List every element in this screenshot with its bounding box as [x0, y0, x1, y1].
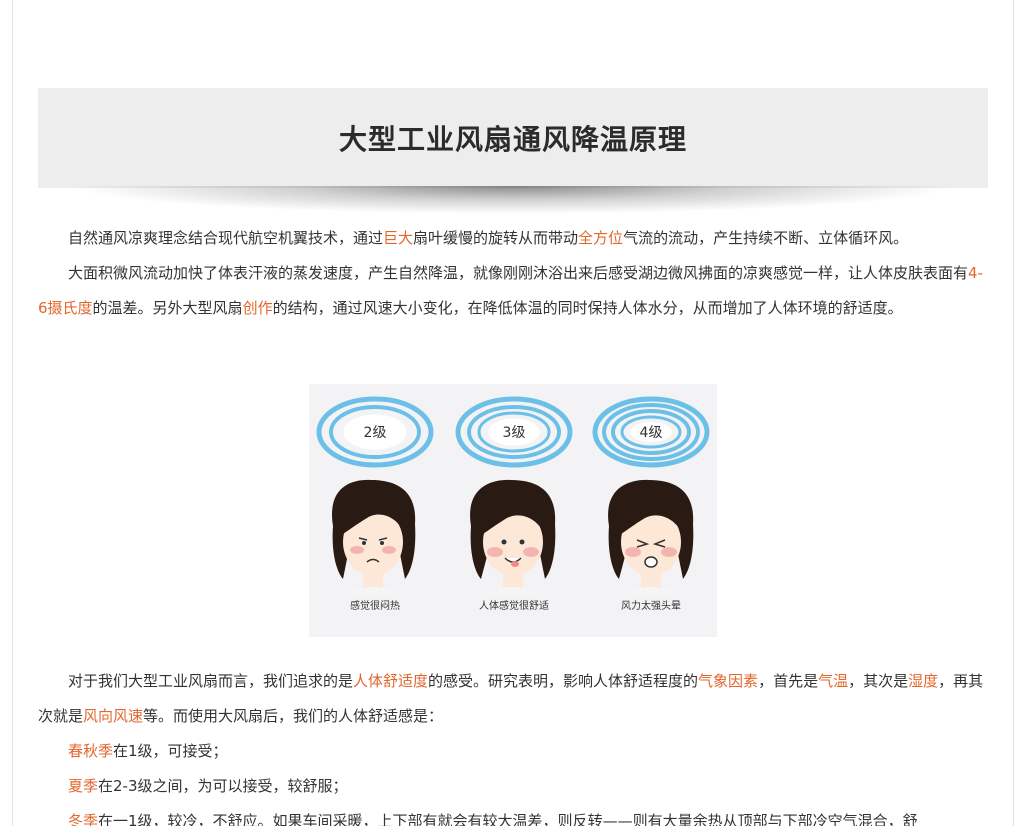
highlight: 湿度 — [908, 672, 939, 690]
paragraph-1: 自然通风凉爽理念结合现代航空机翼技术，通过巨大扇叶缓慢的旋转从而带动全方位气流的… — [38, 221, 988, 256]
text: 的感受。研究表明，影响人体舒适程度的 — [428, 672, 699, 690]
level-label: 2级 — [364, 425, 387, 441]
caption: 人体感觉很舒适 — [479, 599, 549, 612]
level-label: 4级 — [640, 425, 663, 441]
level-label: 3级 — [503, 425, 526, 441]
face-dizzy: 风力太强头晕 — [608, 479, 694, 612]
title-shadow — [68, 186, 958, 214]
season-label: 冬季 — [68, 812, 99, 826]
intro-text: 自然通风凉爽理念结合现代航空机翼技术，通过巨大扇叶缓慢的旋转从而带动全方位气流的… — [38, 221, 988, 326]
article-frame: 大型工业风扇通风降温原理 自然通风凉爽理念结合现代航空机翼技术，通过巨大扇叶缓慢… — [12, 0, 1014, 826]
text: ，其次是 — [848, 672, 909, 690]
highlight: 气象因素 — [698, 672, 759, 690]
highlight: 创作 — [242, 299, 273, 317]
wind-ring-level-3: 3级 — [455, 396, 573, 468]
wind-level-illustration: 2级 3级 4级 感觉很闷热 人体感觉很舒适 风力太强头晕 — [309, 384, 717, 637]
text: 的结构，通过风速大小变化，在降低体温的同时保持人体水分，从而增加了人体环境的舒适… — [272, 299, 903, 317]
season-item: 春秋季在1级，可接受； — [38, 734, 988, 769]
text: 的温差。另外大型风扇 — [92, 299, 243, 317]
text: 大面积微风流动加快了体表汗液的蒸发速度，产生自然降温，就像刚刚沐浴出来后感受湖边… — [68, 264, 969, 282]
wind-ring-level-4: 4级 — [592, 396, 710, 468]
season-item: 夏季在2-3级之间，为可以接受，较舒服； — [38, 769, 988, 804]
wind-ring-level-2: 2级 — [316, 396, 434, 468]
caption: 感觉很闷热 — [350, 599, 400, 612]
season-label: 春秋季 — [68, 742, 114, 760]
season-text: 在2-3级之间，为可以接受，较舒服； — [98, 777, 348, 795]
paragraph-3: 对于我们大型工业风扇而言，我们追求的是人体舒适度的感受。研究表明，影响人体舒适程… — [38, 664, 988, 734]
season-label: 夏季 — [68, 777, 99, 795]
highlight: 气温 — [818, 672, 849, 690]
season-item: 冬季在一1级，较冷，不舒应。如果车间采暖，上下部有就会有较大温差，则反转——则有… — [38, 804, 988, 826]
comfort-text: 对于我们大型工业风扇而言，我们追求的是人体舒适度的感受。研究表明，影响人体舒适程… — [38, 664, 988, 826]
page-title: 大型工业风扇通风降温原理 — [338, 123, 687, 156]
text: 气流的流动，产生持续不断、立体循环风。 — [623, 229, 909, 247]
highlight: 巨大 — [383, 229, 414, 247]
text: 等。而使用大风扇后，我们的人体舒适感是： — [143, 707, 444, 725]
title-banner: 大型工业风扇通风降温原理 — [38, 88, 988, 188]
text: 自然通风凉爽理念结合现代航空机翼技术，通过 — [68, 229, 384, 247]
face-comfortable: 人体感觉很舒适 — [470, 479, 556, 612]
highlight: 人体舒适度 — [353, 672, 429, 690]
wind-level-svg: 2级 3级 4级 感觉很闷热 人体感觉很舒适 风力太强头晕 — [316, 396, 710, 612]
paragraph-2: 大面积微风流动加快了体表汗液的蒸发速度，产生自然降温，就像刚刚沐浴出来后感受湖边… — [38, 256, 988, 326]
text: ，首先是 — [758, 672, 819, 690]
highlight: 全方位 — [578, 229, 624, 247]
season-text: 在一1级，较冷，不舒应。如果车间采暖，上下部有就会有较大温差，则反转——则有大量… — [98, 812, 918, 826]
text: 扇叶缓慢的旋转从而带动 — [413, 229, 579, 247]
highlight: 风向风速 — [83, 707, 144, 725]
caption: 风力太强头晕 — [621, 599, 681, 612]
text: 对于我们大型工业风扇而言，我们追求的是 — [68, 672, 354, 690]
season-text: 在1级，可接受； — [113, 742, 228, 760]
face-hot: 感觉很闷热 — [331, 479, 416, 612]
